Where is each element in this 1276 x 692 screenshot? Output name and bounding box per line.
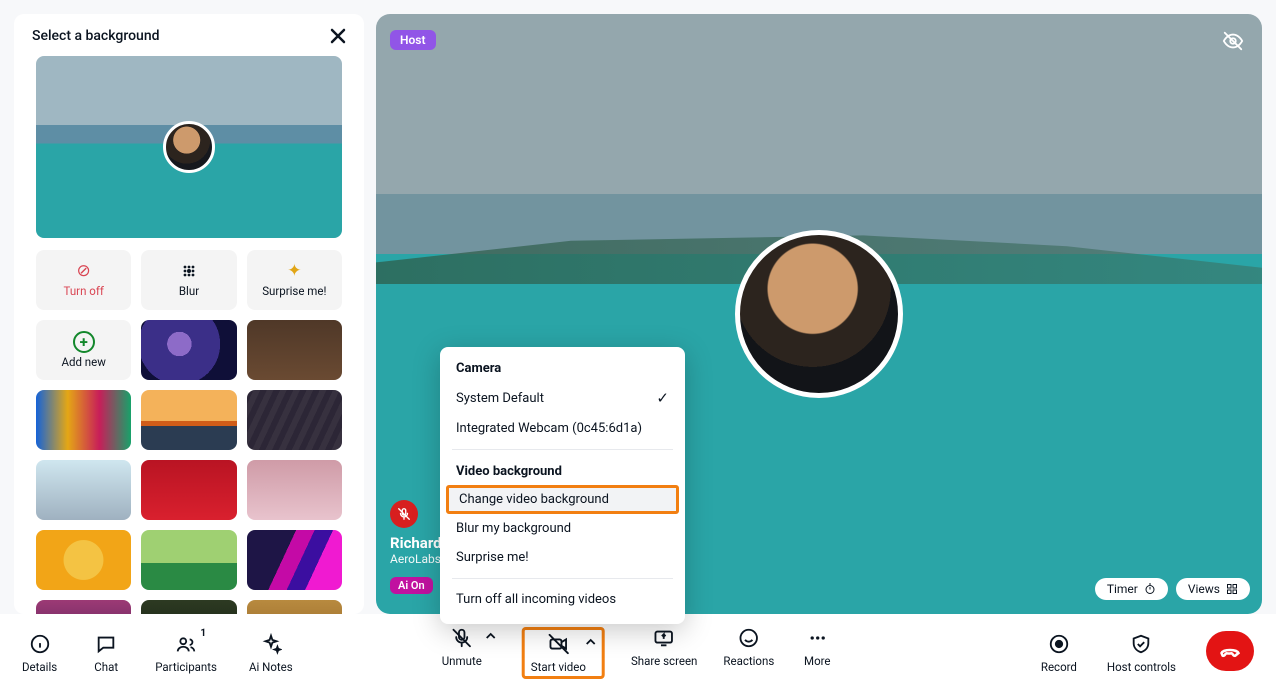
background-thumb[interactable] — [36, 600, 131, 614]
background-thumb[interactable] — [141, 600, 236, 614]
record-icon — [1048, 633, 1070, 655]
host-controls-button[interactable]: Host controls — [1107, 633, 1176, 674]
sparkle-icon: ✦ — [287, 263, 301, 280]
background-preview — [36, 56, 342, 238]
video-off-icon — [546, 633, 570, 655]
popup-divider — [452, 449, 673, 450]
start-video-highlight: Start video — [522, 627, 605, 679]
panel-scroll-area[interactable]: ⊘ Turn off Blur ✦ Surprise me! + Add — [14, 56, 364, 614]
close-icon[interactable] — [330, 28, 346, 44]
background-selector-panel: Select a background ⊘ Turn off Blur — [14, 14, 364, 614]
plus-icon: + — [73, 331, 95, 353]
participant-org: AeroLabs — [390, 552, 442, 566]
stopwatch-icon — [1144, 583, 1156, 595]
ai-on-badge: Ai On — [390, 577, 433, 594]
mic-muted-icon — [390, 500, 418, 528]
blur-my-background-option[interactable]: Blur my background — [440, 514, 685, 543]
background-thumb[interactable] — [247, 390, 342, 450]
background-thumbnail-grid: + Add new — [36, 320, 342, 614]
turn-off-incoming-videos-option[interactable]: Turn off all incoming videos — [440, 585, 685, 614]
sparkles-icon — [260, 633, 282, 655]
hide-self-view-icon[interactable] — [1222, 30, 1244, 52]
video-options-popup: Camera System Default ✓ Integrated Webca… — [440, 347, 685, 624]
blur-background-button[interactable]: Blur — [141, 250, 236, 310]
video-options-chevron-icon[interactable] — [586, 637, 596, 647]
background-thumb[interactable] — [36, 530, 131, 590]
audio-options-chevron-icon[interactable] — [486, 631, 496, 641]
background-thumb[interactable] — [141, 390, 236, 450]
popup-divider — [452, 578, 673, 579]
more-button[interactable]: More — [800, 627, 834, 668]
camera-heading: Camera — [440, 359, 685, 382]
add-new-background-button[interactable]: + Add new — [36, 320, 131, 380]
blur-icon — [180, 262, 198, 280]
preview-avatar — [163, 121, 215, 173]
share-screen-button[interactable]: Share screen — [631, 627, 697, 668]
participant-avatar — [735, 230, 903, 398]
info-icon — [29, 633, 51, 655]
record-button[interactable]: Record — [1041, 633, 1077, 674]
start-video-button[interactable]: Start video — [531, 633, 586, 674]
host-badge: Host — [390, 30, 436, 50]
share-screen-icon — [653, 627, 675, 649]
turn-off-background-button[interactable]: ⊘ Turn off — [36, 250, 131, 310]
details-button[interactable]: Details — [22, 633, 57, 674]
prohibit-icon: ⊘ — [77, 263, 91, 280]
chat-icon — [95, 633, 117, 655]
more-icon — [806, 627, 828, 649]
background-thumb[interactable] — [247, 320, 342, 380]
phone-hangup-icon — [1218, 639, 1242, 663]
surprise-me-button[interactable]: ✦ Surprise me! — [247, 250, 342, 310]
panel-header: Select a background — [14, 14, 364, 56]
participant-name: Richard — [390, 534, 442, 552]
background-thumb[interactable] — [141, 320, 236, 380]
timer-button[interactable]: Timer — [1095, 578, 1168, 600]
reactions-button[interactable]: Reactions — [723, 627, 774, 668]
background-thumb[interactable] — [141, 530, 236, 590]
participant-info: Richard AeroLabs — [390, 500, 442, 566]
unmute-button[interactable]: Unmute — [442, 627, 482, 668]
camera-option-integrated-webcam[interactable]: Integrated Webcam (0c45:6d1a) — [440, 414, 685, 443]
surprise-me-option[interactable]: Surprise me! — [440, 543, 685, 572]
background-thumb[interactable] — [141, 460, 236, 520]
chat-button[interactable]: Chat — [89, 633, 123, 674]
background-thumb[interactable] — [247, 530, 342, 590]
background-thumb[interactable] — [36, 460, 131, 520]
hangup-button[interactable] — [1206, 631, 1254, 671]
change-video-background-option[interactable]: Change video background — [446, 485, 679, 514]
ai-notes-button[interactable]: Ai Notes — [249, 633, 293, 674]
participants-button[interactable]: 1 Participants — [155, 633, 217, 674]
check-icon: ✓ — [656, 389, 669, 407]
participants-count: 1 — [200, 628, 206, 639]
shield-icon — [1130, 633, 1152, 655]
background-thumb[interactable] — [247, 600, 342, 614]
views-button[interactable]: Views — [1176, 578, 1250, 600]
people-icon: 1 — [174, 633, 198, 655]
video-background-heading: Video background — [440, 456, 685, 485]
background-thumb[interactable] — [36, 390, 131, 450]
camera-option-system-default[interactable]: System Default ✓ — [440, 382, 685, 414]
mic-off-icon — [451, 627, 473, 649]
grid-icon — [1226, 583, 1238, 595]
background-thumb[interactable] — [247, 460, 342, 520]
meeting-toolbar: Details Chat 1 Participants Ai Notes — [0, 614, 1276, 692]
smile-icon — [738, 627, 760, 649]
panel-title: Select a background — [32, 28, 160, 44]
